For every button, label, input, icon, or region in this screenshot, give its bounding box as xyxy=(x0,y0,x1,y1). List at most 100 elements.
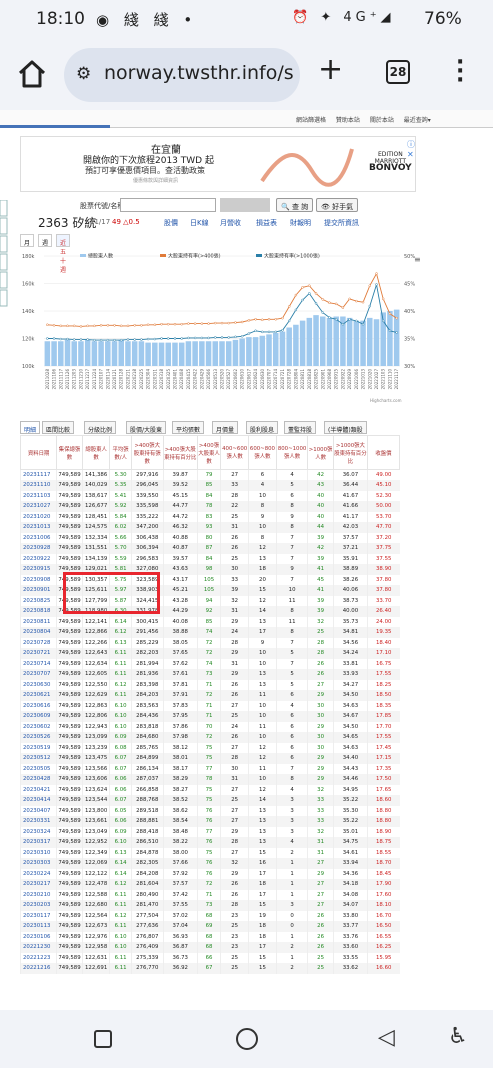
site-settings-icon[interactable]: ⚙ xyxy=(76,64,91,84)
table-row[interactable]: 20230106 749,589 122,976 6.10 276,807 36.93 68… xyxy=(19,931,400,942)
accessibility-icon[interactable]: ♿ xyxy=(448,1024,468,1049)
table-row[interactable]: 20230526 749,589 123,099 6.09 284,680 37.98 72… xyxy=(19,732,400,743)
tab-detail[interactable]: 明細 xyxy=(20,421,41,434)
tab-sector[interactable]: (半導體)類股 xyxy=(324,421,367,434)
table-row[interactable]: 20221230 749,589 122,958 6.10 276,409 36.87 68… xyxy=(19,942,400,953)
top-nav-links[interactable]: 網站篩選格 贊助本站 關於本站 最近查詢▾ xyxy=(296,115,431,124)
column-header[interactable]: 400~600張人數 xyxy=(220,435,250,470)
recents-button[interactable] xyxy=(94,1030,112,1048)
table-row[interactable]: 20231110 749,589 140,029 5.35 296,045 39.52 85… xyxy=(19,480,400,491)
column-header[interactable]: >1000張大股東持有百分比 xyxy=(332,435,368,470)
table-row[interactable]: 20231013 749,589 124,575 6.02 347,200 46.32 93… xyxy=(19,522,400,533)
table-row[interactable]: 20230224 749,589 122,122 6.14 284,208 37.92 76… xyxy=(19,868,400,879)
tab-fifty-weeks[interactable]: 近五十週 xyxy=(56,234,71,274)
table-row[interactable]: 20230714 749,589 122,634 6.11 281,994 37.62 74… xyxy=(19,658,400,669)
tab-dividends[interactable]: 股利股息 xyxy=(246,421,279,434)
column-header[interactable]: 800~1000張人數 xyxy=(275,435,309,470)
table-row[interactable]: 20230707 749,589 122,605 6.11 281,936 37.61 73… xyxy=(19,669,400,680)
table-row[interactable]: 20230621 749,589 122,629 6.11 284,203 37.91 72… xyxy=(19,690,400,701)
left-side-buttons[interactable] xyxy=(0,199,8,330)
lucky-button[interactable]: 👁 好手氣 xyxy=(316,198,359,212)
row-cell: 6.11 xyxy=(109,889,132,900)
table-row[interactable]: 20231020 749,589 128,451 5.84 335,222 44.72 83… xyxy=(19,511,400,522)
table-row[interactable]: 20231103 749,589 138,617 5.41 339,550 45.15 84… xyxy=(19,490,400,501)
table-row[interactable]: 20230505 749,589 123,566 6.07 286,134 38.17 77… xyxy=(19,763,400,774)
back-button[interactable]: ◁ xyxy=(378,1025,395,1050)
new-tab-icon[interactable]: + xyxy=(318,55,343,85)
table-row[interactable]: 20230922 749,589 134,139 5.59 296,583 39.57 84… xyxy=(19,553,400,564)
link-financial[interactable]: 財報明 xyxy=(290,218,311,228)
column-header[interactable]: 資料日期 xyxy=(19,435,58,470)
link-filings[interactable]: 提交所資訊 xyxy=(324,218,359,228)
table-row[interactable]: 20230217 749,589 122,478 6.12 281,604 37.57 72… xyxy=(19,879,400,890)
table-row[interactable]: 20230630 749,589 122,550 6.12 283,398 37.81 71… xyxy=(19,679,400,690)
tab-level-ratio[interactable]: 分級比例 xyxy=(84,421,117,434)
table-row[interactable]: 20221216 749,589 122,691 6.11 276,770 36.92 67… xyxy=(19,963,400,974)
table-row[interactable]: 20230616 749,589 122,863 6.10 283,563 37.83 71… xyxy=(19,700,400,711)
table-row[interactable]: 20230602 749,589 122,943 6.10 283,818 37.86 70… xyxy=(19,721,400,732)
link-price[interactable]: 股價 xyxy=(164,218,178,228)
more-menu-icon[interactable]: · · · xyxy=(456,52,464,92)
column-header[interactable]: 收盤價 xyxy=(366,435,401,470)
table-row[interactable]: 20221223 749,589 122,631 6.11 275,339 36.73 66… xyxy=(19,952,400,963)
table-row[interactable]: 20230421 749,589 123,624 6.06 266,858 38.27 75… xyxy=(19,784,400,795)
table-row[interactable]: 20230203 749,589 122,680 6.11 281,470 37.55 73… xyxy=(19,900,400,911)
table-row[interactable]: 20231117 749,589 141,386 5.30 297,916 39.87 79… xyxy=(19,469,400,480)
table-row[interactable]: 20230512 749,589 123,475 6.07 284,899 38.01 75… xyxy=(19,753,400,764)
column-header[interactable]: 集保總張數 xyxy=(56,435,83,470)
home-icon[interactable] xyxy=(16,58,48,90)
tab-monthly-volume[interactable]: 月價量 xyxy=(212,421,239,434)
table-row[interactable]: 20230728 749,589 122,266 6.13 285,229 38.05 72… xyxy=(19,637,400,648)
row-cell: 39.57 xyxy=(162,553,198,564)
pct1000-line-point xyxy=(261,330,264,334)
tab-avg-lots[interactable]: 平均張數 xyxy=(172,421,205,434)
table-row[interactable]: 20230331 749,589 123,661 6.06 288,881 38.54 76… xyxy=(19,816,400,827)
table-row[interactable]: 20230210 749,589 122,588 6.11 280,490 37.42 71… xyxy=(19,889,400,900)
table-row[interactable]: 20230317 749,589 122,952 6.10 286,510 38.22 76… xyxy=(19,837,400,848)
chart-menu-icon[interactable]: ≡ xyxy=(414,255,420,264)
table-row[interactable]: 20230324 749,589 123,049 6.09 288,418 38.48 77… xyxy=(19,826,400,837)
tab-switcher-button[interactable]: 28 xyxy=(386,60,410,84)
link-revenue[interactable]: 月營收 xyxy=(220,218,241,228)
column-header[interactable]: >1000張人數 xyxy=(307,435,334,470)
pct1000-line-point xyxy=(99,338,103,342)
tab-price-holders[interactable]: 股價/大股東 xyxy=(126,421,167,434)
row-cell: 76 xyxy=(196,868,221,879)
table-row[interactable]: 20230117 749,589 122,564 6.12 277,504 37.02 68… xyxy=(19,910,400,921)
tab-week[interactable]: 週 xyxy=(38,234,53,247)
link-kline[interactable]: 日K線 xyxy=(190,218,209,228)
tab-month[interactable]: 月 xyxy=(20,234,35,247)
tab-director-holdings[interactable]: 董監持股 xyxy=(284,421,317,434)
stock-search-suggest[interactable] xyxy=(220,198,270,212)
table-row[interactable]: 20230113 749,589 122,673 6.11 277,636 37.04 69… xyxy=(19,921,400,932)
column-header[interactable]: 總股東人數 xyxy=(81,435,111,470)
table-row[interactable]: 20230811 749,589 122,141 6.14 300,415 40.08 85… xyxy=(19,616,400,627)
table-row[interactable]: 20230721 749,589 122,643 6.11 282,203 37.65 72… xyxy=(19,648,400,659)
column-header[interactable]: >400張大股東持有張數 xyxy=(130,435,164,470)
table-row[interactable]: 20231027 749,589 126,677 5.92 335,598 44.77 78… xyxy=(19,501,400,512)
column-header[interactable]: >400張大股東持有百分比 xyxy=(162,435,198,470)
table-row[interactable]: 20230407 749,589 123,800 6.05 289,518 38.62 76… xyxy=(19,805,400,816)
x-tick: 20211126 xyxy=(65,369,70,390)
table-row[interactable]: 20230414 749,589 123,544 6.07 288,768 38.52 75… xyxy=(19,795,400,806)
query-button[interactable]: 🔍 查 詢 xyxy=(276,198,314,212)
table-row[interactable]: 20230303 749,589 122,069 6.14 282,305 37.66 76… xyxy=(19,858,400,869)
column-header[interactable]: 平均張數/人 xyxy=(109,435,132,470)
stock-search-input[interactable] xyxy=(120,198,216,212)
ad-banner[interactable]: ⓘ ✕ 在宜蘭 開啟你的下次旅程2013 TWD 起 預訂可享優惠價項目。查活動… xyxy=(20,136,416,192)
address-bar[interactable]: ⚙ norway.twsthr.info/s xyxy=(64,48,300,102)
table-row[interactable]: 20230428 749,589 123,606 6.06 287,037 38.29 78… xyxy=(19,774,400,785)
home-button[interactable] xyxy=(236,1028,258,1050)
pct400-line-point xyxy=(140,324,143,327)
table-row[interactable]: 20230609 749,589 122,806 6.10 284,436 37.95 71… xyxy=(19,711,400,722)
column-header[interactable]: >400張大股東人數 xyxy=(196,435,222,470)
row-cell: 28 xyxy=(307,637,334,648)
table-row[interactable]: 20230519 749,589 123,239 6.08 285,765 38.12 75… xyxy=(19,742,400,753)
table-row[interactable]: 20230310 749,589 122,349 6.13 284,878 38.00 75… xyxy=(19,847,400,858)
link-income[interactable]: 損益表 xyxy=(256,218,277,228)
table-row[interactable]: 20230804 749,589 122,866 6.12 291,456 38.88 74… xyxy=(19,627,400,638)
table-row[interactable]: 20231006 749,589 132,334 5.66 306,438 40.88 80… xyxy=(19,532,400,543)
tab-range-compare[interactable]: 區間比較 xyxy=(42,421,75,434)
column-header[interactable]: 600~800張人數 xyxy=(248,435,277,470)
table-row[interactable]: 20230928 749,589 131,551 5.70 306,394 40.87 87… xyxy=(19,543,400,554)
